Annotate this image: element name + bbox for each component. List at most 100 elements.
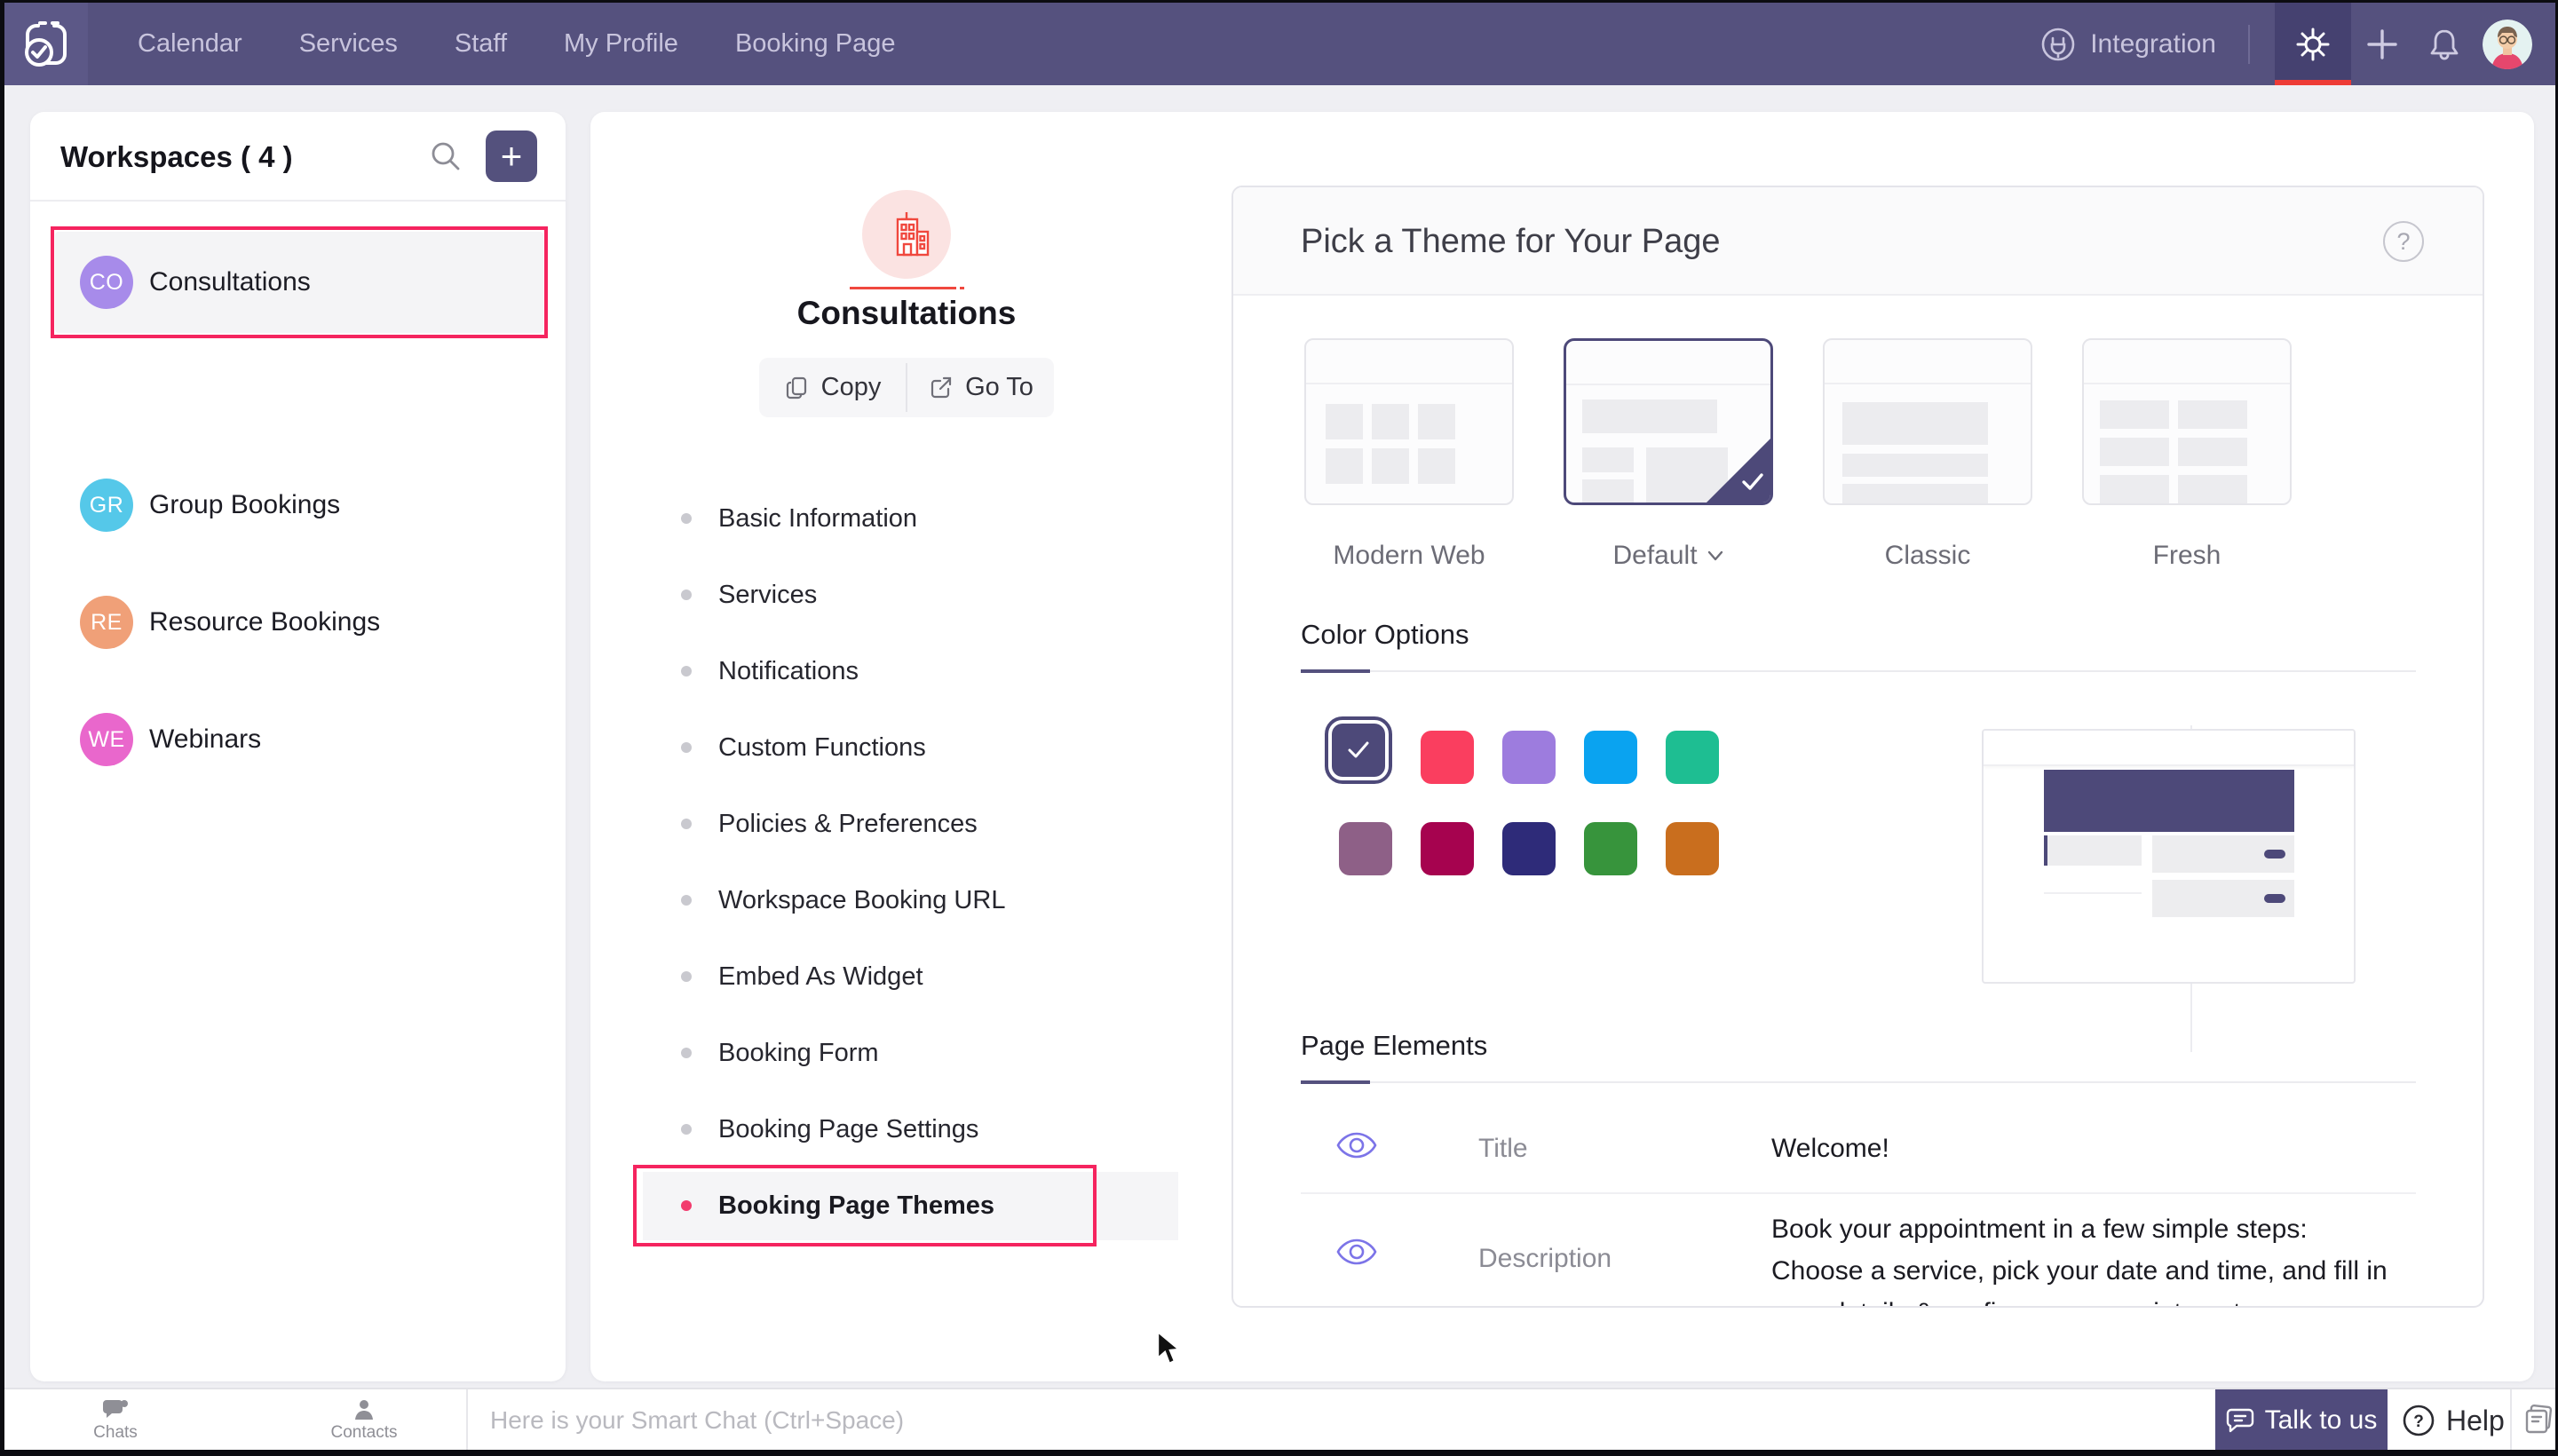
title-visibility-toggle[interactable] bbox=[1336, 1130, 1377, 1165]
plug-icon bbox=[2039, 25, 2078, 64]
menu-item-services[interactable]: Services bbox=[681, 568, 817, 621]
nav-menu: Calendar Services Staff My Profile Booki… bbox=[138, 29, 896, 59]
theme-panel: Pick a Theme for Your Page ? bbox=[1231, 186, 2484, 1308]
nav-item-services[interactable]: Services bbox=[299, 29, 398, 59]
user-avatar[interactable] bbox=[2483, 20, 2532, 69]
copy-icon bbox=[784, 375, 811, 401]
theme-panel-header: Pick a Theme for Your Page ? bbox=[1233, 187, 2483, 296]
bullet-icon bbox=[681, 1124, 692, 1135]
bell-icon bbox=[2426, 26, 2463, 63]
theme-card-modern-web[interactable] bbox=[1304, 338, 1514, 505]
integration-label: Integration bbox=[2090, 29, 2216, 59]
sidebar-item-resource-bookings[interactable]: RE Resource Bookings bbox=[55, 572, 543, 673]
workspace-search-button[interactable] bbox=[423, 133, 469, 179]
nav-item-staff[interactable]: Staff bbox=[455, 29, 507, 59]
feedback-button[interactable] bbox=[2517, 1389, 2558, 1452]
thumb-header bbox=[2084, 340, 2290, 384]
stacked-pages-icon bbox=[2522, 1404, 2554, 1437]
workspace-title: Consultations bbox=[729, 295, 1084, 332]
preview-content-row bbox=[2152, 880, 2294, 917]
top-nav: Calendar Services Staff My Profile Booki… bbox=[4, 3, 2555, 85]
talk-to-us-button[interactable]: Talk to us bbox=[2215, 1389, 2388, 1452]
selected-check-icon bbox=[1740, 471, 1765, 497]
color-swatch[interactable] bbox=[1421, 731, 1474, 784]
app-logo[interactable] bbox=[4, 3, 88, 85]
sidebar-item-group-bookings[interactable]: GR Group Bookings bbox=[55, 455, 543, 556]
smart-chat-input[interactable] bbox=[488, 1389, 2087, 1452]
workspace-icon-underline bbox=[850, 287, 956, 289]
contacts-label: Contacts bbox=[331, 1423, 398, 1443]
workspaces-title: Workspaces ( 4 ) bbox=[60, 140, 293, 174]
menu-item-booking-form[interactable]: Booking Form bbox=[681, 1026, 879, 1080]
color-swatch[interactable] bbox=[1502, 822, 1556, 875]
preview-list-row bbox=[2044, 866, 2142, 894]
bookings-logo-icon bbox=[19, 17, 74, 72]
plus-icon bbox=[2364, 27, 2400, 62]
menu-item-booking-page-settings[interactable]: Booking Page Settings bbox=[681, 1103, 978, 1156]
sidebar-item-webinars[interactable]: WE Webinars bbox=[55, 689, 543, 790]
row-divider bbox=[1301, 1192, 2416, 1194]
color-options-title: Color Options bbox=[1301, 619, 1469, 651]
help-button[interactable]: ? Help bbox=[2402, 1389, 2505, 1452]
go-to-button[interactable]: Go To bbox=[907, 358, 1054, 417]
notifications-button[interactable] bbox=[2413, 3, 2475, 85]
bottom-bar: Chats Contacts Talk to us ? bbox=[4, 1388, 2555, 1450]
settings-button[interactable] bbox=[2275, 3, 2351, 85]
chats-button[interactable]: Chats bbox=[75, 1389, 155, 1452]
menu-item-basic-information[interactable]: Basic Information bbox=[681, 492, 917, 545]
goto-label: Go To bbox=[965, 373, 1033, 402]
nav-item-booking-page[interactable]: Booking Page bbox=[735, 29, 896, 59]
nav-item-my-profile[interactable]: My Profile bbox=[564, 29, 678, 59]
bottombar-divider bbox=[466, 1389, 468, 1452]
menu-item-custom-functions[interactable]: Custom Functions bbox=[681, 721, 926, 774]
workspaces-sidebar: Workspaces ( 4 ) + CO Consultations GR G… bbox=[30, 112, 566, 1381]
talk-to-us-label: Talk to us bbox=[2265, 1405, 2378, 1436]
menu-item-policies-preferences[interactable]: Policies & Preferences bbox=[681, 797, 978, 851]
color-swatch-selected[interactable] bbox=[1332, 724, 1385, 777]
add-workspace-button[interactable]: + bbox=[486, 131, 537, 182]
color-swatch[interactable] bbox=[1666, 731, 1719, 784]
menu-item-embed-as-widget[interactable]: Embed As Widget bbox=[681, 950, 923, 1003]
nav-divider bbox=[2248, 25, 2250, 64]
page-elements-rule bbox=[1301, 1081, 2416, 1083]
menu-item-booking-page-themes[interactable]: Booking Page Themes bbox=[681, 1179, 994, 1232]
nav-item-calendar[interactable]: Calendar bbox=[138, 29, 242, 59]
thumb-header bbox=[1825, 340, 2031, 384]
workspace-name: Group Bookings bbox=[149, 490, 340, 520]
workspace-name: Consultations bbox=[149, 267, 311, 297]
add-button[interactable] bbox=[2351, 3, 2413, 85]
svg-text:?: ? bbox=[2413, 1412, 2424, 1431]
mouse-cursor bbox=[1154, 1330, 1184, 1373]
workspace-avatar: GR bbox=[80, 479, 133, 532]
page-element-label-title: Title bbox=[1478, 1134, 1528, 1164]
color-swatch[interactable] bbox=[1339, 822, 1392, 875]
bullet-icon bbox=[681, 513, 692, 524]
integration-button[interactable]: Integration bbox=[2039, 25, 2216, 64]
chat-bubbles-icon bbox=[103, 1398, 128, 1421]
menu-item-workspace-booking-url[interactable]: Workspace Booking URL bbox=[681, 874, 1005, 927]
color-swatch[interactable] bbox=[1666, 822, 1719, 875]
theme-label-default[interactable]: Default bbox=[1564, 541, 1773, 571]
selected-color-ring bbox=[1325, 716, 1392, 784]
bullet-icon bbox=[681, 1200, 692, 1211]
menu-item-notifications[interactable]: Notifications bbox=[681, 645, 859, 698]
help-icon[interactable]: ? bbox=[2383, 221, 2424, 262]
page-element-value-title: Welcome! bbox=[1771, 1134, 1889, 1164]
sidebar-item-consultations[interactable]: CO Consultations bbox=[55, 232, 543, 333]
chats-label: Chats bbox=[93, 1423, 138, 1443]
description-visibility-toggle[interactable] bbox=[1336, 1237, 1377, 1271]
copy-button[interactable]: Copy bbox=[759, 358, 906, 417]
theme-card-default[interactable] bbox=[1564, 338, 1773, 505]
eye-icon bbox=[1336, 1237, 1377, 1267]
color-swatch[interactable] bbox=[1584, 822, 1637, 875]
thumb-header bbox=[1306, 340, 1512, 384]
theme-card-classic[interactable] bbox=[1823, 338, 2032, 505]
theme-card-fresh[interactable] bbox=[2082, 338, 2292, 505]
contacts-button[interactable]: Contacts bbox=[315, 1389, 413, 1452]
color-swatch[interactable] bbox=[1502, 731, 1556, 784]
workspace-actions: Copy Go To bbox=[759, 358, 1054, 417]
color-swatch[interactable] bbox=[1421, 822, 1474, 875]
bullet-icon bbox=[681, 971, 692, 982]
color-swatch[interactable] bbox=[1584, 731, 1637, 784]
theme-label-modern-web: Modern Web bbox=[1304, 541, 1514, 571]
